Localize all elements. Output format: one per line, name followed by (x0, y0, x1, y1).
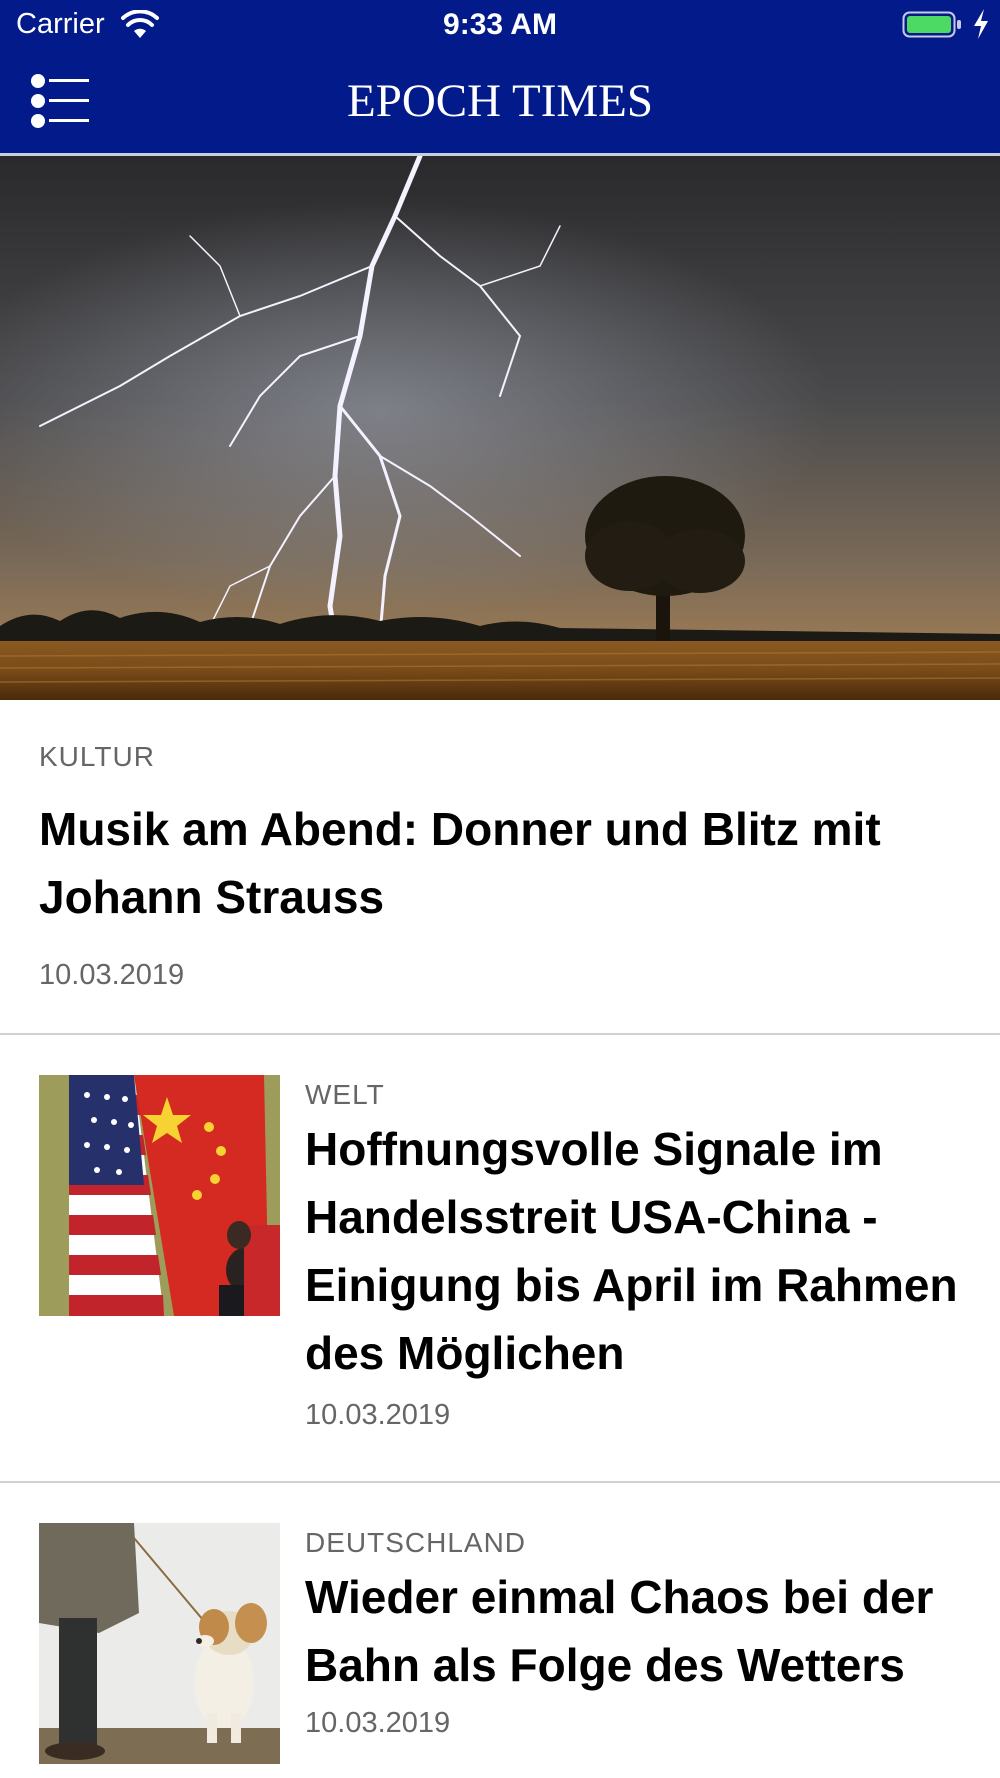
charging-bolt-icon (974, 9, 988, 39)
list-item[interactable]: WELT Hoffnungsvolle Signale im Handelsst… (0, 1035, 1000, 1481)
status-time: 9:33 AM (443, 8, 557, 41)
hero-category[interactable]: KULTUR (39, 741, 155, 773)
article-thumbnail (39, 1075, 280, 1316)
battery-icon (902, 11, 961, 38)
article-thumbnail (39, 1523, 280, 1764)
article-title[interactable]: Hoffnungsvolle Signale im Handelsstreit … (305, 1115, 975, 1387)
brand-logo: EPOCH TIMES (347, 75, 653, 127)
list-item[interactable]: DEUTSCHLAND Wieder einmal Chaos bei der … (0, 1483, 1000, 1778)
article-title[interactable]: Wieder einmal Chaos bei der Bahn als Fol… (305, 1563, 975, 1699)
dog-on-leash-photo (39, 1523, 280, 1764)
article-category[interactable]: DEUTSCHLAND (305, 1527, 526, 1559)
hero-date: 10.03.2019 (39, 959, 185, 991)
article-date: 10.03.2019 (305, 1707, 451, 1739)
article-category[interactable]: WELT (305, 1079, 385, 1111)
hero-title[interactable]: Musik am Abend: Donner und Blitz mit Joh… (39, 795, 969, 931)
article-date: 10.03.2019 (305, 1399, 451, 1431)
hero-image[interactable] (0, 156, 1000, 700)
usa-china-flags-photo (39, 1075, 280, 1316)
lightning-storm-field-photo (0, 156, 1000, 700)
